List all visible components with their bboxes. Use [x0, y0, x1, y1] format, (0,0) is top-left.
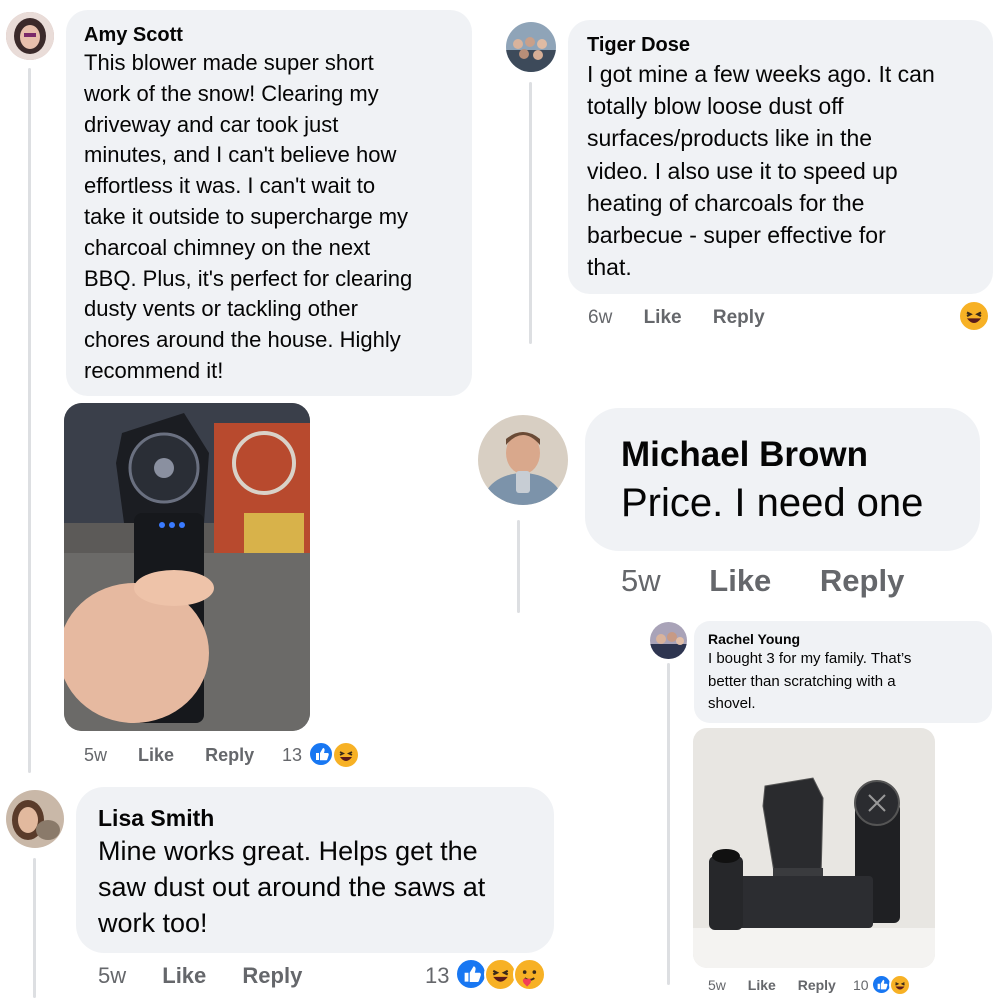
- reply-button[interactable]: Reply: [820, 563, 904, 598]
- reaction-summary[interactable]: 10: [853, 976, 869, 994]
- avatar[interactable]: [6, 12, 54, 60]
- thread-line: [667, 663, 670, 985]
- like-button[interactable]: Like: [709, 563, 771, 598]
- comment-text: I got mine a few weeks ago. It can total…: [587, 58, 977, 283]
- comment-bubble: Tiger Dose I got mine a few weeks ago. I…: [568, 20, 993, 294]
- avatar[interactable]: [650, 622, 687, 659]
- comment-line: This blower made super short: [84, 50, 374, 75]
- thread-line: [33, 858, 36, 998]
- comment-text: Mine works great. Helps get the saw dust…: [98, 833, 534, 941]
- comment-text: Price. I need one: [621, 481, 924, 525]
- comment-time: 5w: [708, 977, 726, 993]
- blower-photo-image: [64, 403, 310, 731]
- haha-reaction-icon: [889, 974, 911, 996]
- comment-actions: 5w Like Reply: [84, 743, 254, 767]
- like-button[interactable]: Like: [138, 745, 174, 765]
- comment-line: surfaces/products like in the: [587, 125, 873, 152]
- reaction-count: 10: [853, 977, 869, 993]
- reaction-summary[interactable]: 13: [425, 962, 449, 990]
- comment-line: charcoal chimney on the next: [84, 234, 371, 260]
- comment-actions: 5w Like Reply: [621, 562, 904, 600]
- comment-author[interactable]: Amy Scott: [84, 22, 456, 48]
- thread-line: [28, 68, 31, 773]
- comment-bubble: Amy Scott This blower made super short w…: [66, 10, 472, 396]
- reply-button[interactable]: Reply: [242, 963, 302, 988]
- haha-reaction-icon[interactable]: [958, 300, 990, 332]
- reaction-count: 13: [282, 745, 303, 765]
- comment-photo[interactable]: [693, 728, 935, 968]
- comment-bubble: Rachel Young I bought 3 for my family. T…: [694, 621, 992, 723]
- comment-line: that.: [587, 254, 632, 281]
- comment-line: barbecue - super effective for: [587, 222, 886, 249]
- avatar-image: [650, 622, 687, 659]
- comment-line: video. I also use it to speed up: [587, 157, 898, 184]
- like-button[interactable]: Like: [162, 963, 206, 988]
- comment-line: work too!: [98, 908, 208, 938]
- reply-button[interactable]: Reply: [713, 307, 765, 328]
- blower-photo-image: [693, 728, 935, 968]
- avatar-image: [6, 790, 64, 848]
- comment-bubble: Michael Brown Price. I need one: [585, 408, 980, 551]
- comment-line: work of the snow! Clearing my: [84, 80, 379, 106]
- comment-line: I got mine a few weeks ago. It can: [587, 61, 935, 87]
- comment-line: better than scratching with a: [708, 672, 896, 690]
- comment-line: BBQ. Plus, it's perfect for clearing: [84, 265, 413, 291]
- comment-time: 5w: [98, 963, 127, 988]
- reply-button[interactable]: Reply: [798, 977, 836, 993]
- avatar-image: [478, 415, 568, 505]
- comment-time: 5w: [621, 563, 661, 598]
- comment-line: shovel.: [708, 695, 756, 712]
- reaction-summary[interactable]: 13: [282, 743, 302, 767]
- comment-text: This blower made super short work of the…: [84, 48, 456, 387]
- avatar-image: [506, 22, 556, 72]
- like-reaction-icon: [455, 958, 487, 990]
- comment-line: heating of charcoals for the: [587, 189, 865, 216]
- thread-line: [517, 520, 520, 613]
- comment-photo[interactable]: [64, 403, 310, 731]
- avatar[interactable]: [6, 790, 64, 848]
- comment-actions: 5w Like Reply: [98, 962, 302, 990]
- comment-actions: 5w Like Reply: [708, 976, 836, 994]
- avatar[interactable]: [506, 22, 556, 72]
- comment-actions: 6w Like Reply: [588, 306, 765, 330]
- reply-button[interactable]: Reply: [205, 745, 254, 765]
- reaction-count: 13: [425, 963, 450, 988]
- comment-line: totally blow loose dust off: [587, 93, 844, 120]
- comment-author[interactable]: Tiger Dose: [587, 32, 977, 58]
- haha-reaction-icon: [332, 741, 360, 769]
- comment-time: 5w: [84, 745, 108, 765]
- comment-line: dusty vents or tackling other: [84, 296, 358, 322]
- comment-author[interactable]: Rachel Young: [708, 630, 980, 648]
- comment-line: driveway and car took just: [84, 111, 339, 137]
- comment-line: chores around the house. Highly: [84, 327, 401, 353]
- comment-bubble: Lisa Smith Mine works great. Helps get t…: [76, 787, 554, 953]
- comment-text: I bought 3 for my family. That’s better …: [708, 648, 980, 716]
- comment-line: recommend it!: [84, 357, 224, 383]
- like-button[interactable]: Like: [644, 307, 682, 328]
- comment-time: 6w: [588, 307, 613, 328]
- care-reaction-icon: [513, 958, 546, 991]
- avatar[interactable]: [478, 415, 568, 505]
- like-reaction-icon: [308, 741, 334, 767]
- comment-line: I bought 3 for my family. That’s: [708, 650, 912, 667]
- comment-line: Mine works great. Helps get the: [98, 836, 478, 866]
- comment-author[interactable]: Lisa Smith: [98, 803, 534, 833]
- comment-line: take it outside to supercharge my: [84, 203, 409, 229]
- comment-line: minutes, and I can't believe how: [84, 142, 397, 168]
- like-button[interactable]: Like: [748, 977, 776, 993]
- avatar-image: [6, 12, 54, 60]
- comment-author[interactable]: Michael Brown: [621, 434, 960, 476]
- comment-line: effortless it was. I can't wait to: [84, 173, 376, 199]
- thread-line: [529, 82, 532, 344]
- comment-line: saw dust out around the saws at: [98, 872, 486, 902]
